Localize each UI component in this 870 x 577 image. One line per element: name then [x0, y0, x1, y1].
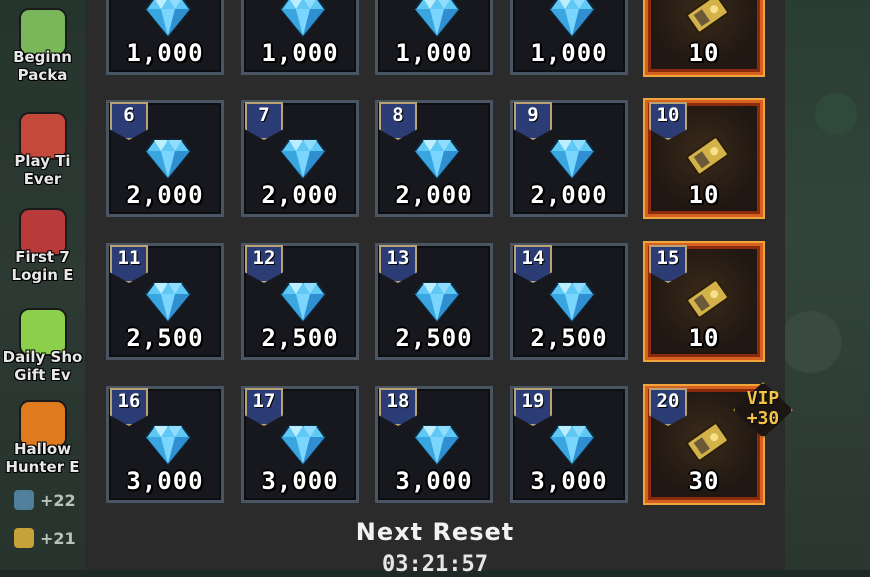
world-background-left: [0, 0, 85, 570]
day-number: 17: [252, 390, 276, 412]
reward-cell-10[interactable]: 10 10: [645, 100, 763, 217]
reward-amount: 2,000: [530, 181, 608, 209]
diamond-icon: [413, 136, 461, 180]
side-event-4[interactable]: Daily Sho Gift Ev: [0, 308, 85, 384]
vip-bonus-value: +30: [746, 408, 780, 429]
diamond-icon: [279, 136, 327, 180]
side-event-3[interactable]: First 7 Login E: [0, 208, 85, 284]
day-number: 9: [527, 104, 539, 126]
reward-cell-1[interactable]: 1,000: [106, 0, 224, 75]
reward-amount: 3,000: [530, 467, 608, 495]
side-event-label: Beginn Packa: [13, 48, 72, 84]
reward-amount: 30: [688, 467, 720, 495]
diamond-icon: [144, 136, 192, 180]
vip-bonus-badge: VIP +30: [733, 382, 793, 438]
reward-cell-2[interactable]: 1,000: [241, 0, 359, 75]
reward-cell-18[interactable]: 18 3,000: [375, 386, 493, 503]
exp-icon: [14, 490, 34, 510]
diamond-icon: [413, 0, 461, 38]
day-number: 18: [386, 390, 410, 412]
resource-value: +21: [40, 528, 76, 548]
diamond-icon: [548, 279, 596, 323]
day-number: 13: [386, 247, 410, 269]
reward-amount: 2,500: [261, 324, 339, 352]
reward-amount: 10: [688, 181, 720, 209]
ticket-icon: [683, 274, 731, 322]
reward-amount: 2,000: [261, 181, 339, 209]
diamond-icon: [279, 0, 327, 38]
reward-amount: 3,000: [395, 467, 473, 495]
reward-amount: 1,000: [395, 39, 473, 67]
day-number: 7: [258, 104, 270, 126]
reward-amount: 1,000: [261, 39, 339, 67]
reward-cell-5[interactable]: 10: [645, 0, 763, 75]
diamond-icon: [548, 136, 596, 180]
reward-cell-6[interactable]: 6 2,000: [106, 100, 224, 217]
reward-cell-16[interactable]: 16 3,000: [106, 386, 224, 503]
day-number: 10: [656, 104, 680, 126]
diamond-icon: [548, 422, 596, 466]
reward-amount: 2,500: [126, 324, 204, 352]
diamond-icon: [413, 422, 461, 466]
reward-amount: 1,000: [530, 39, 608, 67]
vip-label: VIP: [746, 388, 780, 409]
coin-icon: [14, 528, 34, 548]
day-number: 14: [521, 247, 545, 269]
ticket-icon: [683, 131, 731, 179]
side-event-label: First 7 Login E: [11, 248, 74, 284]
reward-amount: 3,000: [126, 467, 204, 495]
reward-amount: 2,000: [395, 181, 473, 209]
resource-value: +22: [40, 490, 76, 510]
day-number: 15: [656, 247, 680, 269]
reward-cell-8[interactable]: 8 2,000: [375, 100, 493, 217]
next-reset-title: Next Reset: [355, 518, 515, 546]
reward-amount: 2,500: [530, 324, 608, 352]
reward-amount: 10: [688, 39, 720, 67]
reward-cell-11[interactable]: 11 2,500: [106, 243, 224, 360]
diamond-icon: [144, 422, 192, 466]
diamond-icon: [413, 279, 461, 323]
day-number: 6: [123, 104, 135, 126]
side-event-1[interactable]: Beginn Packa: [0, 8, 85, 84]
reward-cell-7[interactable]: 7 2,000: [241, 100, 359, 217]
reward-cell-3[interactable]: 1,000: [375, 0, 493, 75]
day-number: 19: [521, 390, 545, 412]
diamond-icon: [279, 279, 327, 323]
side-event-2[interactable]: Play Ti Ever: [0, 112, 85, 188]
side-event-label: Play Ti Ever: [14, 152, 71, 188]
reward-amount: 3,000: [261, 467, 339, 495]
day-number: 8: [392, 104, 404, 126]
reward-cell-13[interactable]: 13 2,500: [375, 243, 493, 360]
reward-cell-17[interactable]: 17 3,000: [241, 386, 359, 503]
side-event-label: Daily Sho Gift Ev: [2, 348, 83, 384]
reward-amount: 2,500: [395, 324, 473, 352]
diamond-icon: [279, 422, 327, 466]
world-background-right: [785, 0, 870, 570]
reward-cell-4[interactable]: 1,000: [510, 0, 628, 75]
day-number: 11: [117, 247, 141, 269]
reward-cell-9[interactable]: 9 2,000: [510, 100, 628, 217]
side-event-label: Hallow Hunter E: [5, 440, 80, 476]
day-number: 12: [252, 247, 276, 269]
ticket-icon: [683, 0, 731, 37]
side-event-5[interactable]: Hallow Hunter E: [0, 400, 85, 476]
reward-cell-14[interactable]: 14 2,500: [510, 243, 628, 360]
reward-cell-15[interactable]: 15 10: [645, 243, 763, 360]
reward-cell-19[interactable]: 19 3,000: [510, 386, 628, 503]
ticket-icon: [683, 417, 731, 465]
reward-amount: 1,000: [126, 39, 204, 67]
resource-row: +21: [14, 528, 76, 548]
diamond-icon: [548, 0, 596, 38]
reward-cell-12[interactable]: 12 2,500: [241, 243, 359, 360]
day-number: 20: [656, 390, 680, 412]
next-reset-timer: 03:21:57: [382, 552, 488, 577]
resource-row: +22: [14, 490, 76, 510]
diamond-icon: [144, 0, 192, 38]
reward-amount: 10: [688, 324, 720, 352]
diamond-icon: [144, 279, 192, 323]
day-number: 16: [117, 390, 141, 412]
reward-amount: 2,000: [126, 181, 204, 209]
